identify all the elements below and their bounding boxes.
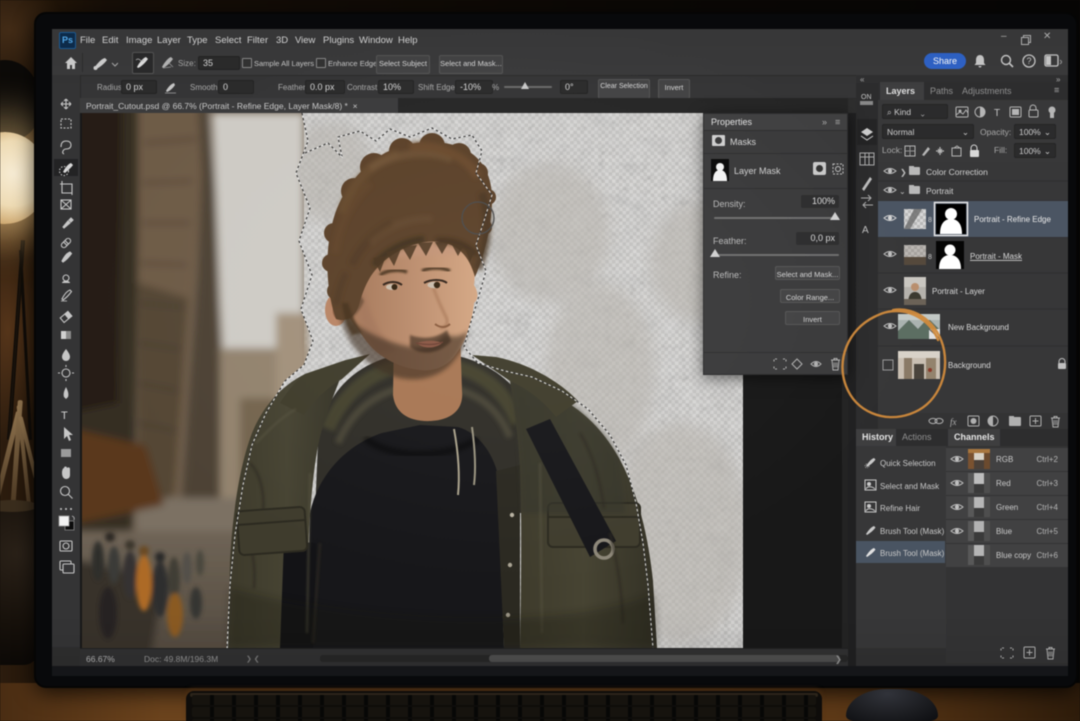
svg-text:RGB: RGB [996,455,1013,464]
svg-text:Portrait - Layer: Portrait - Layer [932,287,985,296]
svg-text:Ctrl+2: Ctrl+2 [1036,455,1058,464]
svg-text:8: 8 [928,254,932,261]
svg-text:Portrait: Portrait [926,186,954,196]
svg-text:?: ? [1027,56,1032,66]
svg-text:Ctrl+4: Ctrl+4 [1036,503,1058,512]
svg-text:Portrait - Refine Edge: Portrait - Refine Edge [974,215,1051,224]
svg-text:Ctrl+5: Ctrl+5 [1036,527,1058,536]
svg-text:T: T [61,410,68,422]
svg-text:8: 8 [928,217,932,224]
svg-text:A: A [862,225,869,236]
svg-text:Color Correction: Color Correction [926,167,988,177]
svg-text:New Background: New Background [948,323,1009,332]
svg-text:Portrait - Mask: Portrait - Mask [970,252,1023,261]
svg-text:❯: ❯ [900,168,907,177]
svg-text:Ctrl+6: Ctrl+6 [1036,551,1058,560]
svg-text:⌄: ⌄ [899,187,906,196]
svg-text:ON: ON [861,94,872,101]
svg-text:Red: Red [996,479,1011,488]
svg-text:Blue: Blue [996,527,1013,536]
svg-text:T: T [994,108,1000,119]
svg-text:Ctrl+3: Ctrl+3 [1036,479,1058,488]
svg-text:Blue copy: Blue copy [996,551,1031,560]
svg-text:Green: Green [996,503,1018,512]
